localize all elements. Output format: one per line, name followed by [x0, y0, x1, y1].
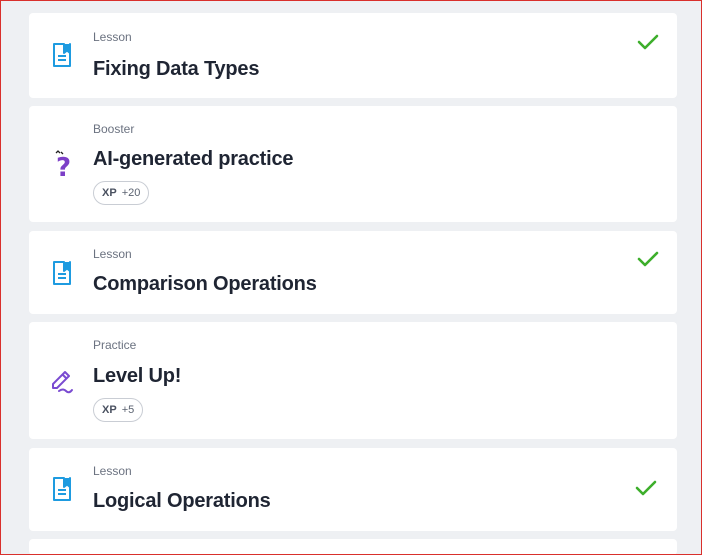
lesson-icon	[48, 41, 76, 69]
card-title: AI-generated practice	[93, 148, 294, 170]
pencil-icon	[48, 367, 76, 395]
xp-badge: XP +20	[93, 181, 150, 205]
card-title: Level Up!	[93, 365, 182, 387]
lesson-card-fixing-data-types[interactable]: Lesson Fixing Data Types	[29, 13, 677, 98]
card-title: Fixing Data Types	[93, 58, 260, 80]
card-type-label: Lesson	[93, 30, 132, 44]
xp-value: +5	[121, 404, 135, 416]
lesson-icon	[48, 259, 76, 287]
xp-label: XP	[102, 404, 117, 416]
checkmark-icon	[637, 250, 659, 268]
card-title: Comparison Operations	[93, 273, 317, 295]
question-mark-icon: ?	[48, 150, 76, 178]
lesson-icon	[48, 475, 76, 503]
next-card-partial[interactable]	[29, 539, 677, 555]
checkmark-icon	[635, 479, 657, 497]
xp-value: +20	[121, 187, 141, 199]
checkmark-icon	[637, 33, 659, 51]
xp-badge: XP +5	[93, 398, 144, 422]
svg-text:?: ?	[56, 153, 71, 178]
card-type-label: Practice	[93, 338, 137, 352]
card-type-label: Lesson	[93, 464, 132, 478]
lesson-card-comparison-operations[interactable]: Lesson Comparison Operations	[29, 231, 677, 314]
practice-card-level-up[interactable]: Practice Level Up! XP +5	[29, 322, 677, 439]
card-title: Logical Operations	[93, 490, 271, 512]
lesson-card-logical-operations[interactable]: Lesson Logical Operations	[29, 448, 677, 531]
card-type-label: Booster	[93, 122, 135, 136]
card-type-label: Lesson	[93, 247, 132, 261]
xp-label: XP	[102, 187, 117, 199]
booster-card-ai-generated-practice[interactable]: ? Booster AI-generated practice XP +20	[29, 106, 677, 222]
